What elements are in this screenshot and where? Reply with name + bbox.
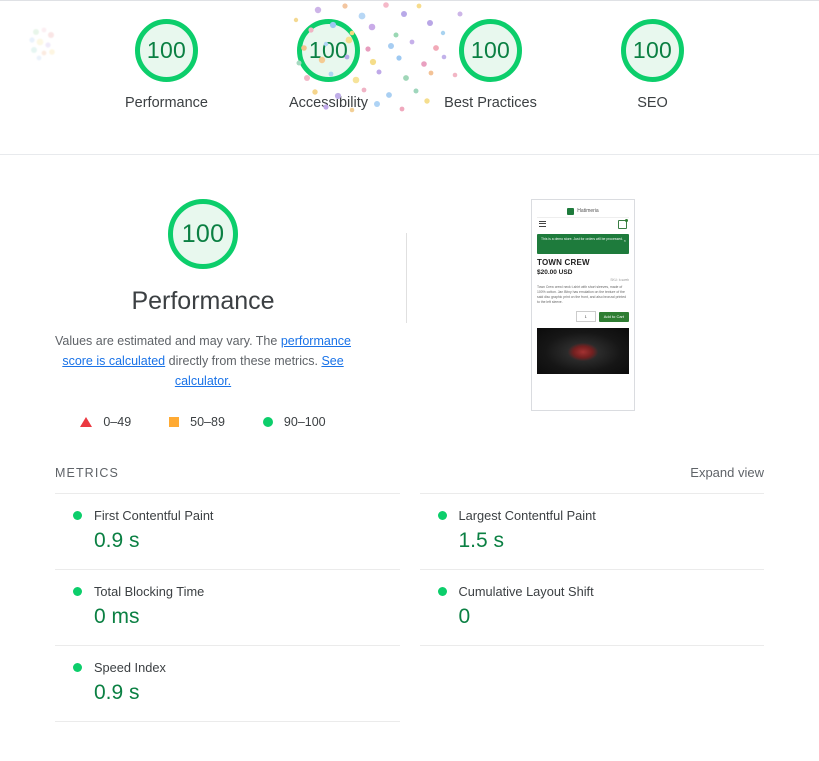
metric-cumulative-layout-shift[interactable]: Cumulative Layout Shift 0 (420, 569, 765, 646)
legend-label-fail: 0–49 (103, 415, 131, 429)
metric-total-blocking-time[interactable]: Total Blocking Time 0 ms (55, 569, 400, 645)
metric-label: Speed Index (94, 660, 166, 675)
metric-largest-contentful-paint[interactable]: Largest Contentful Paint 1.5 s (420, 493, 765, 569)
gauge-ring-performance: 100 (135, 19, 198, 82)
legend-label-average: 50–89 (190, 415, 225, 429)
metrics-grid: First Contentful Paint 0.9 s Total Block… (55, 493, 764, 722)
brand-logo-icon (567, 208, 574, 215)
banner-close-icon: × (624, 239, 626, 243)
screenshot-area: Hatimeria This is a demo store. Just for… (407, 199, 819, 411)
banner-text: This is a demo store. Just for orders wi… (541, 237, 625, 241)
square-average-icon (169, 417, 179, 427)
gauge-label-performance: Performance (125, 93, 208, 114)
metrics-section: METRICS Expand view First Contentful Pai… (0, 429, 819, 722)
add-to-cart-button: Add to Cart (599, 312, 629, 322)
metric-label: Cumulative Layout Shift (459, 584, 594, 599)
category-description: Values are estimated and may vary. The p… (43, 331, 363, 391)
legend-item-pass: 90–100 (263, 415, 326, 429)
gauge-seo[interactable]: 100 SEO (589, 19, 717, 114)
metric-label: First Contentful Paint (94, 508, 214, 523)
gauge-label-accessibility: Accessibility (289, 93, 368, 114)
metrics-header: METRICS Expand view (55, 465, 764, 493)
category-title: Performance (131, 287, 274, 316)
purchase-row: 1 Add to Cart (537, 311, 629, 322)
metric-value: 1.5 s (459, 529, 765, 553)
quantity-input: 1 (576, 311, 596, 322)
product-price: $20.00 USD (537, 269, 629, 276)
page-screenshot-thumbnail[interactable]: Hatimeria This is a demo store. Just for… (531, 199, 635, 411)
category-summary: 100 Performance Values are estimated and… (0, 199, 406, 429)
shirt-graphic (568, 343, 598, 361)
gauge-ring-seo: 100 (621, 19, 684, 82)
metrics-heading: METRICS (55, 466, 119, 480)
triangle-fail-icon (80, 417, 92, 427)
score-legend: 0–49 50–89 90–100 (80, 415, 325, 429)
product-description: Town Crew crewl neck t-shirt with short … (537, 285, 629, 305)
metric-value: 0.9 s (94, 681, 400, 705)
metric-value: 0.9 s (94, 529, 400, 553)
demo-store-banner: This is a demo store. Just for orders wi… (537, 234, 629, 254)
category-score: 100 (182, 220, 225, 249)
expand-view-toggle[interactable]: Expand view (690, 465, 764, 480)
gauge-ring-best-practices: 100 (459, 19, 522, 82)
metric-value: 0 (459, 605, 765, 629)
gauge-score-seo: 100 (633, 37, 672, 64)
metrics-column-left: First Contentful Paint 0.9 s Total Block… (55, 493, 400, 722)
gauge-label-seo: SEO (637, 93, 668, 114)
gauge-score-accessibility: 100 (309, 37, 348, 64)
performance-category-section: 100 Performance Values are estimated and… (0, 155, 819, 429)
thumbnail-navbar (537, 217, 629, 232)
gauge-score-best-practices: 100 (471, 37, 510, 64)
product-image (537, 328, 629, 374)
status-dot-pass-icon (73, 511, 82, 520)
metric-value: 0 ms (94, 605, 400, 629)
circle-pass-icon (263, 417, 273, 427)
thumbnail-brand-header: Hatimeria (537, 205, 629, 217)
description-text-2: directly from these metrics. (165, 354, 321, 368)
metric-label: Largest Contentful Paint (459, 508, 596, 523)
legend-item-fail: 0–49 (80, 415, 131, 429)
gauge-performance[interactable]: 100 Performance (103, 19, 231, 114)
legend-item-average: 50–89 (169, 415, 225, 429)
category-gauge-ring: 100 (168, 199, 238, 269)
legend-label-pass: 90–100 (284, 415, 326, 429)
metrics-column-right: Largest Contentful Paint 1.5 s Cumulativ… (420, 493, 765, 722)
product-sku: SKU: b-sweb (537, 278, 629, 282)
brand-name: Hatimeria (577, 208, 598, 214)
metric-speed-index[interactable]: Speed Index 0.9 s (55, 645, 400, 722)
metric-first-contentful-paint[interactable]: First Contentful Paint 0.9 s (55, 493, 400, 569)
metric-label: Total Blocking Time (94, 584, 204, 599)
gauge-ring-accessibility: 100 (297, 19, 360, 82)
status-dot-pass-icon (73, 663, 82, 672)
status-dot-pass-icon (438, 587, 447, 596)
score-gauges: 100 Performance 100 Accessibility 100 Be… (0, 0, 819, 154)
gauge-best-practices[interactable]: 100 Best Practices (427, 19, 555, 114)
hamburger-menu-icon (539, 221, 546, 228)
product-title: TOWN CREW (537, 258, 629, 267)
status-dot-pass-icon (73, 587, 82, 596)
gauge-accessibility[interactable]: 100 Accessibility (265, 19, 393, 114)
shopping-cart-icon (618, 220, 627, 229)
scores-header: 100 Performance 100 Accessibility 100 Be… (0, 0, 819, 155)
gauge-label-best-practices: Best Practices (444, 93, 537, 114)
status-dot-pass-icon (438, 511, 447, 520)
gauge-score-performance: 100 (147, 37, 186, 64)
description-text-1: Values are estimated and may vary. The (55, 334, 281, 348)
